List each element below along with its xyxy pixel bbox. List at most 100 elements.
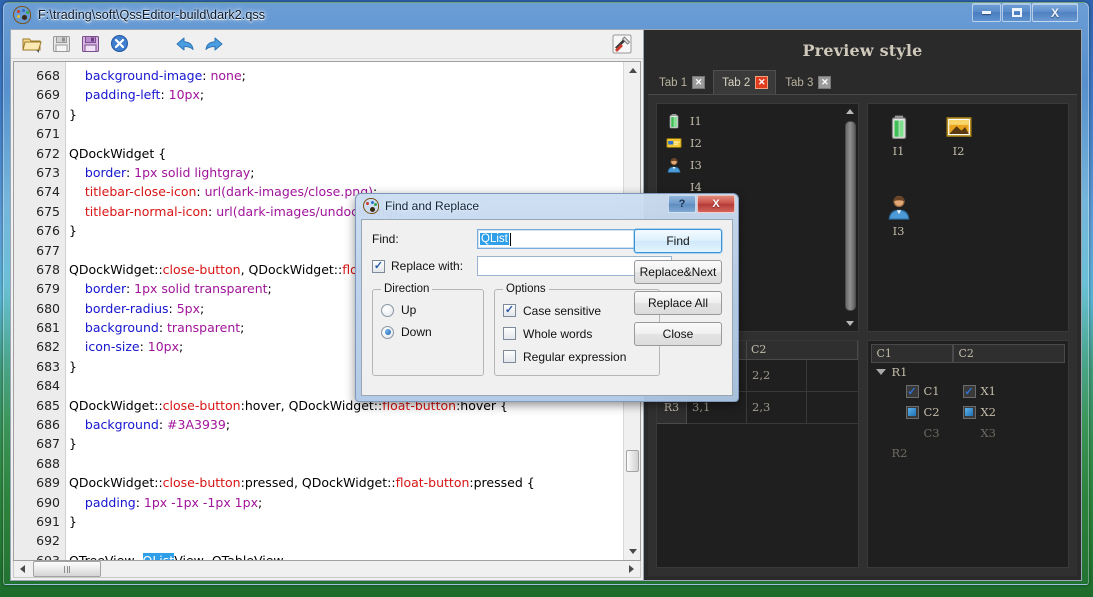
scroll-down-button[interactable] — [624, 543, 640, 560]
preview-tab-2[interactable]: Tab 2 ✕ — [713, 70, 777, 94]
code-token: } — [69, 513, 77, 529]
find-button[interactable]: Find — [634, 229, 722, 253]
option-checkbox[interactable] — [503, 304, 516, 317]
option-case-sensitive[interactable]: Case sensitive — [503, 299, 651, 322]
replace-enabled-checkbox[interactable] — [372, 259, 385, 273]
tree-cell[interactable]: C2 — [905, 405, 958, 419]
icon-view-item[interactable]: I1 — [878, 114, 920, 158]
open-file-button[interactable] — [19, 32, 45, 56]
scroll-right-button[interactable] — [623, 565, 640, 573]
list-item[interactable]: I3 — [661, 154, 854, 176]
line-number: 685 — [36, 397, 60, 413]
editor-horizontal-scrollbar[interactable] — [13, 561, 641, 578]
list-scroll-thumb[interactable] — [844, 121, 856, 311]
tree-checkbox[interactable] — [905, 384, 919, 398]
help-button[interactable]: ? — [668, 195, 696, 213]
save-as-button[interactable] — [77, 32, 103, 56]
maximize-button[interactable] — [1002, 3, 1031, 22]
tab-close-icon[interactable]: ✕ — [755, 76, 769, 89]
option-whole-words[interactable]: Whole words — [503, 322, 651, 345]
table-cell[interactable]: 2,3 — [747, 391, 807, 424]
tree-cell[interactable]: X3 — [963, 426, 1015, 440]
code-line: } — [69, 434, 640, 453]
close-button[interactable]: X — [1032, 3, 1078, 22]
list-item[interactable]: I2 — [661, 132, 854, 154]
battery-icon — [886, 114, 912, 140]
tree-root-node[interactable]: R1 — [868, 363, 1069, 381]
direction-options: Up Down — [381, 299, 475, 343]
direction-radio-up[interactable]: Up — [381, 299, 475, 321]
chevron-down-icon[interactable] — [875, 368, 886, 375]
preview-title: Preview style — [802, 41, 923, 60]
list-vertical-scrollbar[interactable] — [843, 105, 857, 330]
preview-icon-widget[interactable]: I1 I2 I3 — [866, 103, 1069, 332]
icon-view-item[interactable]: I2 — [938, 114, 980, 158]
radio-button[interactable] — [381, 303, 394, 317]
triangle-up-icon — [846, 109, 854, 114]
tree-checkbox[interactable] — [962, 405, 976, 419]
preview-tree-widget[interactable]: C1C2 R1C1X1C2X2C3X3R2 — [866, 339, 1069, 568]
line-number: 679 — [36, 281, 60, 297]
dialog-close-button[interactable]: X — [697, 195, 735, 213]
tree-cell[interactable]: X1 — [962, 384, 1015, 398]
tree-root-node-2[interactable]: R2 — [868, 444, 1069, 462]
vertical-scroll-thumb[interactable] — [626, 449, 639, 472]
close-button[interactable]: Close — [634, 322, 722, 346]
icon-view-item[interactable]: I3 — [878, 194, 920, 238]
list-scroll-down-button[interactable] — [844, 317, 857, 330]
tree-node-label: R2 — [891, 445, 908, 460]
tree-cell[interactable]: C1 — [905, 384, 958, 398]
scroll-up-button[interactable] — [624, 61, 640, 79]
close-file-button[interactable] — [106, 32, 132, 56]
table-column-header[interactable]: C2 — [747, 340, 858, 360]
line-number: 670 — [36, 106, 60, 122]
window-titlebar: F:\trading\soft\QssEditor-build\dark2.qs… — [4, 2, 1082, 28]
undo-button[interactable] — [172, 32, 198, 56]
code-token: 10px — [147, 339, 180, 355]
palette-icon — [13, 6, 31, 24]
tree-checkbox[interactable] — [905, 405, 919, 419]
tree-cell[interactable]: X2 — [962, 405, 1015, 419]
redo-button[interactable] — [201, 32, 227, 56]
preview-tab-1[interactable]: Tab 1 ✕ — [650, 70, 714, 94]
tree-cell[interactable]: C3 — [906, 426, 958, 440]
find-and-replace-dialog[interactable]: Find and Replace ? X Find: QList Replace… — [355, 193, 739, 402]
list-item[interactable]: I1 — [661, 110, 854, 132]
radio-label: Up — [401, 303, 417, 317]
table-cell-empty — [807, 360, 858, 392]
code-token: : — [125, 164, 135, 180]
code-token: close-button — [162, 475, 241, 491]
tree-header-row: C1 C2 — [870, 343, 1065, 363]
scroll-left-button[interactable] — [14, 565, 31, 573]
direction-radio-down[interactable]: Down — [381, 321, 475, 343]
option-checkbox[interactable] — [503, 350, 516, 363]
dialog-body: Find: QList Replace with: Direction Up Do… — [361, 219, 733, 396]
tree-checkbox[interactable] — [962, 384, 976, 398]
replace-all-button[interactable]: Replace All — [634, 291, 722, 315]
line-number: 690 — [36, 494, 60, 510]
list-scroll-up-button[interactable] — [844, 105, 857, 118]
code-line: QDockWidget { — [69, 144, 640, 163]
option-checkbox[interactable] — [503, 327, 516, 340]
tab-close-icon[interactable]: ✕ — [818, 76, 832, 89]
minimize-button[interactable] — [972, 3, 1001, 22]
tree-cell-label: X3 — [980, 426, 997, 440]
tab-close-icon[interactable]: ✕ — [692, 76, 706, 89]
tree-column-header[interactable]: C1 — [870, 343, 953, 363]
preview-tab-3[interactable]: Tab 3 ✕ — [776, 70, 840, 94]
triangle-right-icon — [629, 565, 634, 573]
option-regular-expression[interactable]: Regular expression — [503, 345, 651, 368]
preview-tab-label: Tab 2 — [722, 76, 751, 89]
table-cell[interactable]: 2,2 — [747, 359, 807, 392]
code-token: : — [196, 184, 205, 200]
radio-button[interactable] — [381, 325, 394, 339]
tools-button[interactable] — [609, 32, 635, 56]
tree-column-header[interactable]: C2 — [952, 343, 1065, 363]
replace-next-button[interactable]: Replace&Next — [634, 260, 722, 284]
horizontal-scroll-thumb[interactable] — [33, 561, 101, 577]
code-token: ; — [200, 300, 205, 316]
save-button[interactable] — [48, 32, 74, 56]
code-token: QTreeView, — [69, 553, 143, 560]
maximize-icon — [1011, 8, 1022, 17]
